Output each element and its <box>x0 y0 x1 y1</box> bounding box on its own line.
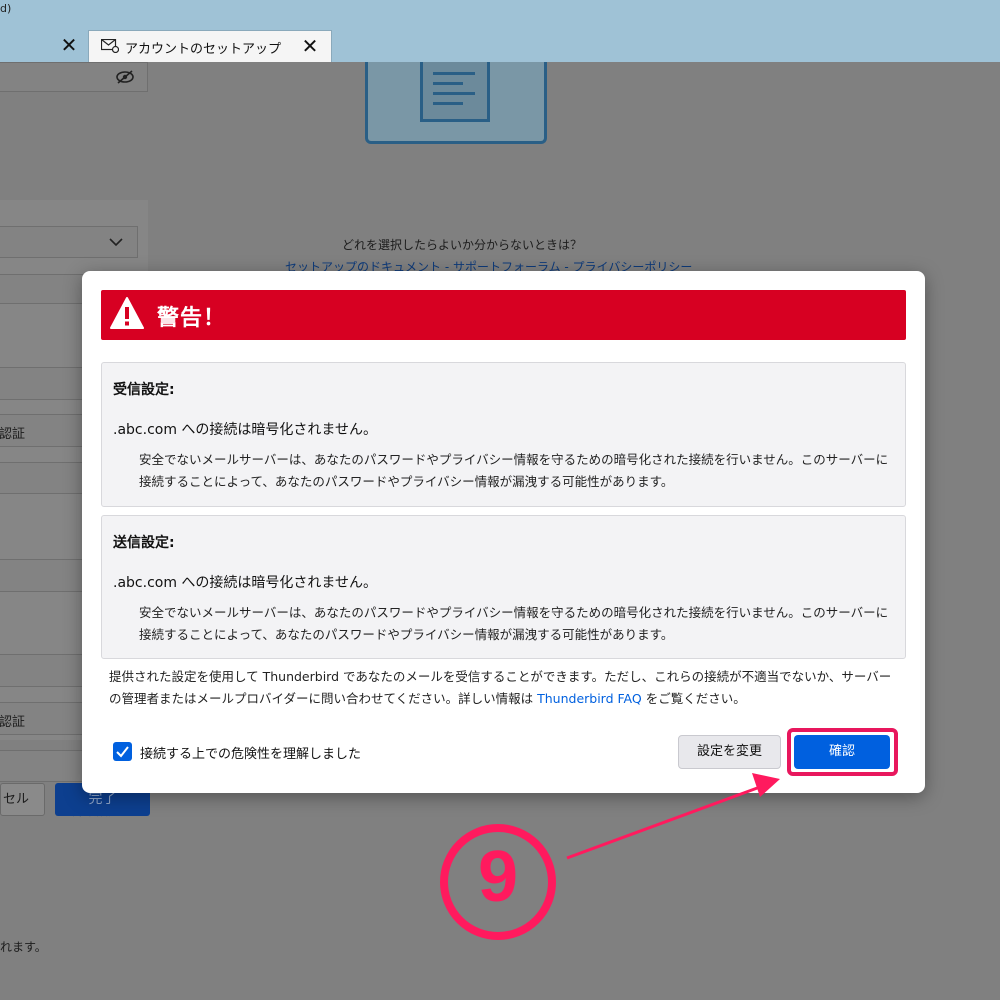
outgoing-settings-section: 送信設定: .abc.com への接続は暗号化されません。 安全でないメールサー… <box>101 515 906 659</box>
outgoing-description: 安全でないメールサーバーは、あなたのパスワードやプライバシー情報を守るための暗号… <box>139 605 889 642</box>
protocol-select-bg <box>0 226 138 258</box>
incoming-host-warning: .abc.com への接続は暗号化されません。 <box>113 422 377 438</box>
footer-info-text: 提供された設定を使用して Thunderbird であなたのメールを受信すること… <box>109 666 899 710</box>
footer-text-before: 提供された設定を使用して Thunderbird であなたのメールを受信すること… <box>109 669 892 706</box>
password-visibility-icon <box>116 70 134 84</box>
outgoing-host-warning: .abc.com への接続は暗号化されません。 <box>113 575 377 591</box>
tab-label: アカウントのセットアップ <box>125 42 282 57</box>
password-field-bg <box>0 62 148 92</box>
bottom-text-fragment: れます。 <box>0 940 47 954</box>
incoming-description: 安全でないメールサーバーは、あなたのパスワードやプライバシー情報を守るための暗号… <box>139 452 889 489</box>
setup-illustration <box>365 62 547 144</box>
chevron-down-icon <box>109 238 123 247</box>
step-marker: 9 <box>440 824 556 940</box>
auth-label-2: 認証 <box>0 715 26 730</box>
cancel-button-bg[interactable]: セル <box>0 783 45 816</box>
tab-account-setup[interactable]: アカウントのセットアップ ✕ <box>88 30 332 62</box>
warning-title: 警告！ <box>157 306 227 331</box>
previous-tab-close-icon[interactable]: ✕ <box>58 34 80 56</box>
thunderbird-faq-link[interactable]: Thunderbird FAQ <box>537 691 642 706</box>
understand-risk-checkbox[interactable] <box>113 742 132 761</box>
outgoing-title: 送信設定: <box>113 535 175 551</box>
warning-header: 警告！ <box>101 290 906 340</box>
incoming-settings-section: 受信設定: .abc.com への接続は暗号化されません。 安全でないメールサー… <box>101 362 906 507</box>
warning-triangle-icon <box>110 297 144 329</box>
change-settings-button[interactable]: 設定を変更 <box>678 735 781 769</box>
insecure-connection-dialog: 警告！ 受信設定: .abc.com への接続は暗号化されません。 安全でないメ… <box>82 271 925 793</box>
footer-text-after: をご覧ください。 <box>641 691 746 706</box>
auth-label-1: 認証 <box>0 427 26 442</box>
checkmark-icon <box>116 746 129 758</box>
help-question: どれを選択したらよいか分からないときは？ <box>342 238 583 252</box>
tab-bar: d) ✕ アカウントのセットアップ ✕ <box>0 0 1000 62</box>
confirm-button[interactable]: 確認 <box>794 735 890 769</box>
understand-risk-label[interactable]: 接続する上での危険性を理解しました <box>140 743 361 762</box>
mail-settings-icon <box>101 39 119 53</box>
tab-close-icon[interactable]: ✕ <box>299 35 321 57</box>
window-title-fragment: d) <box>0 2 12 15</box>
step-number: 9 <box>477 837 519 917</box>
incoming-title: 受信設定: <box>113 382 175 398</box>
